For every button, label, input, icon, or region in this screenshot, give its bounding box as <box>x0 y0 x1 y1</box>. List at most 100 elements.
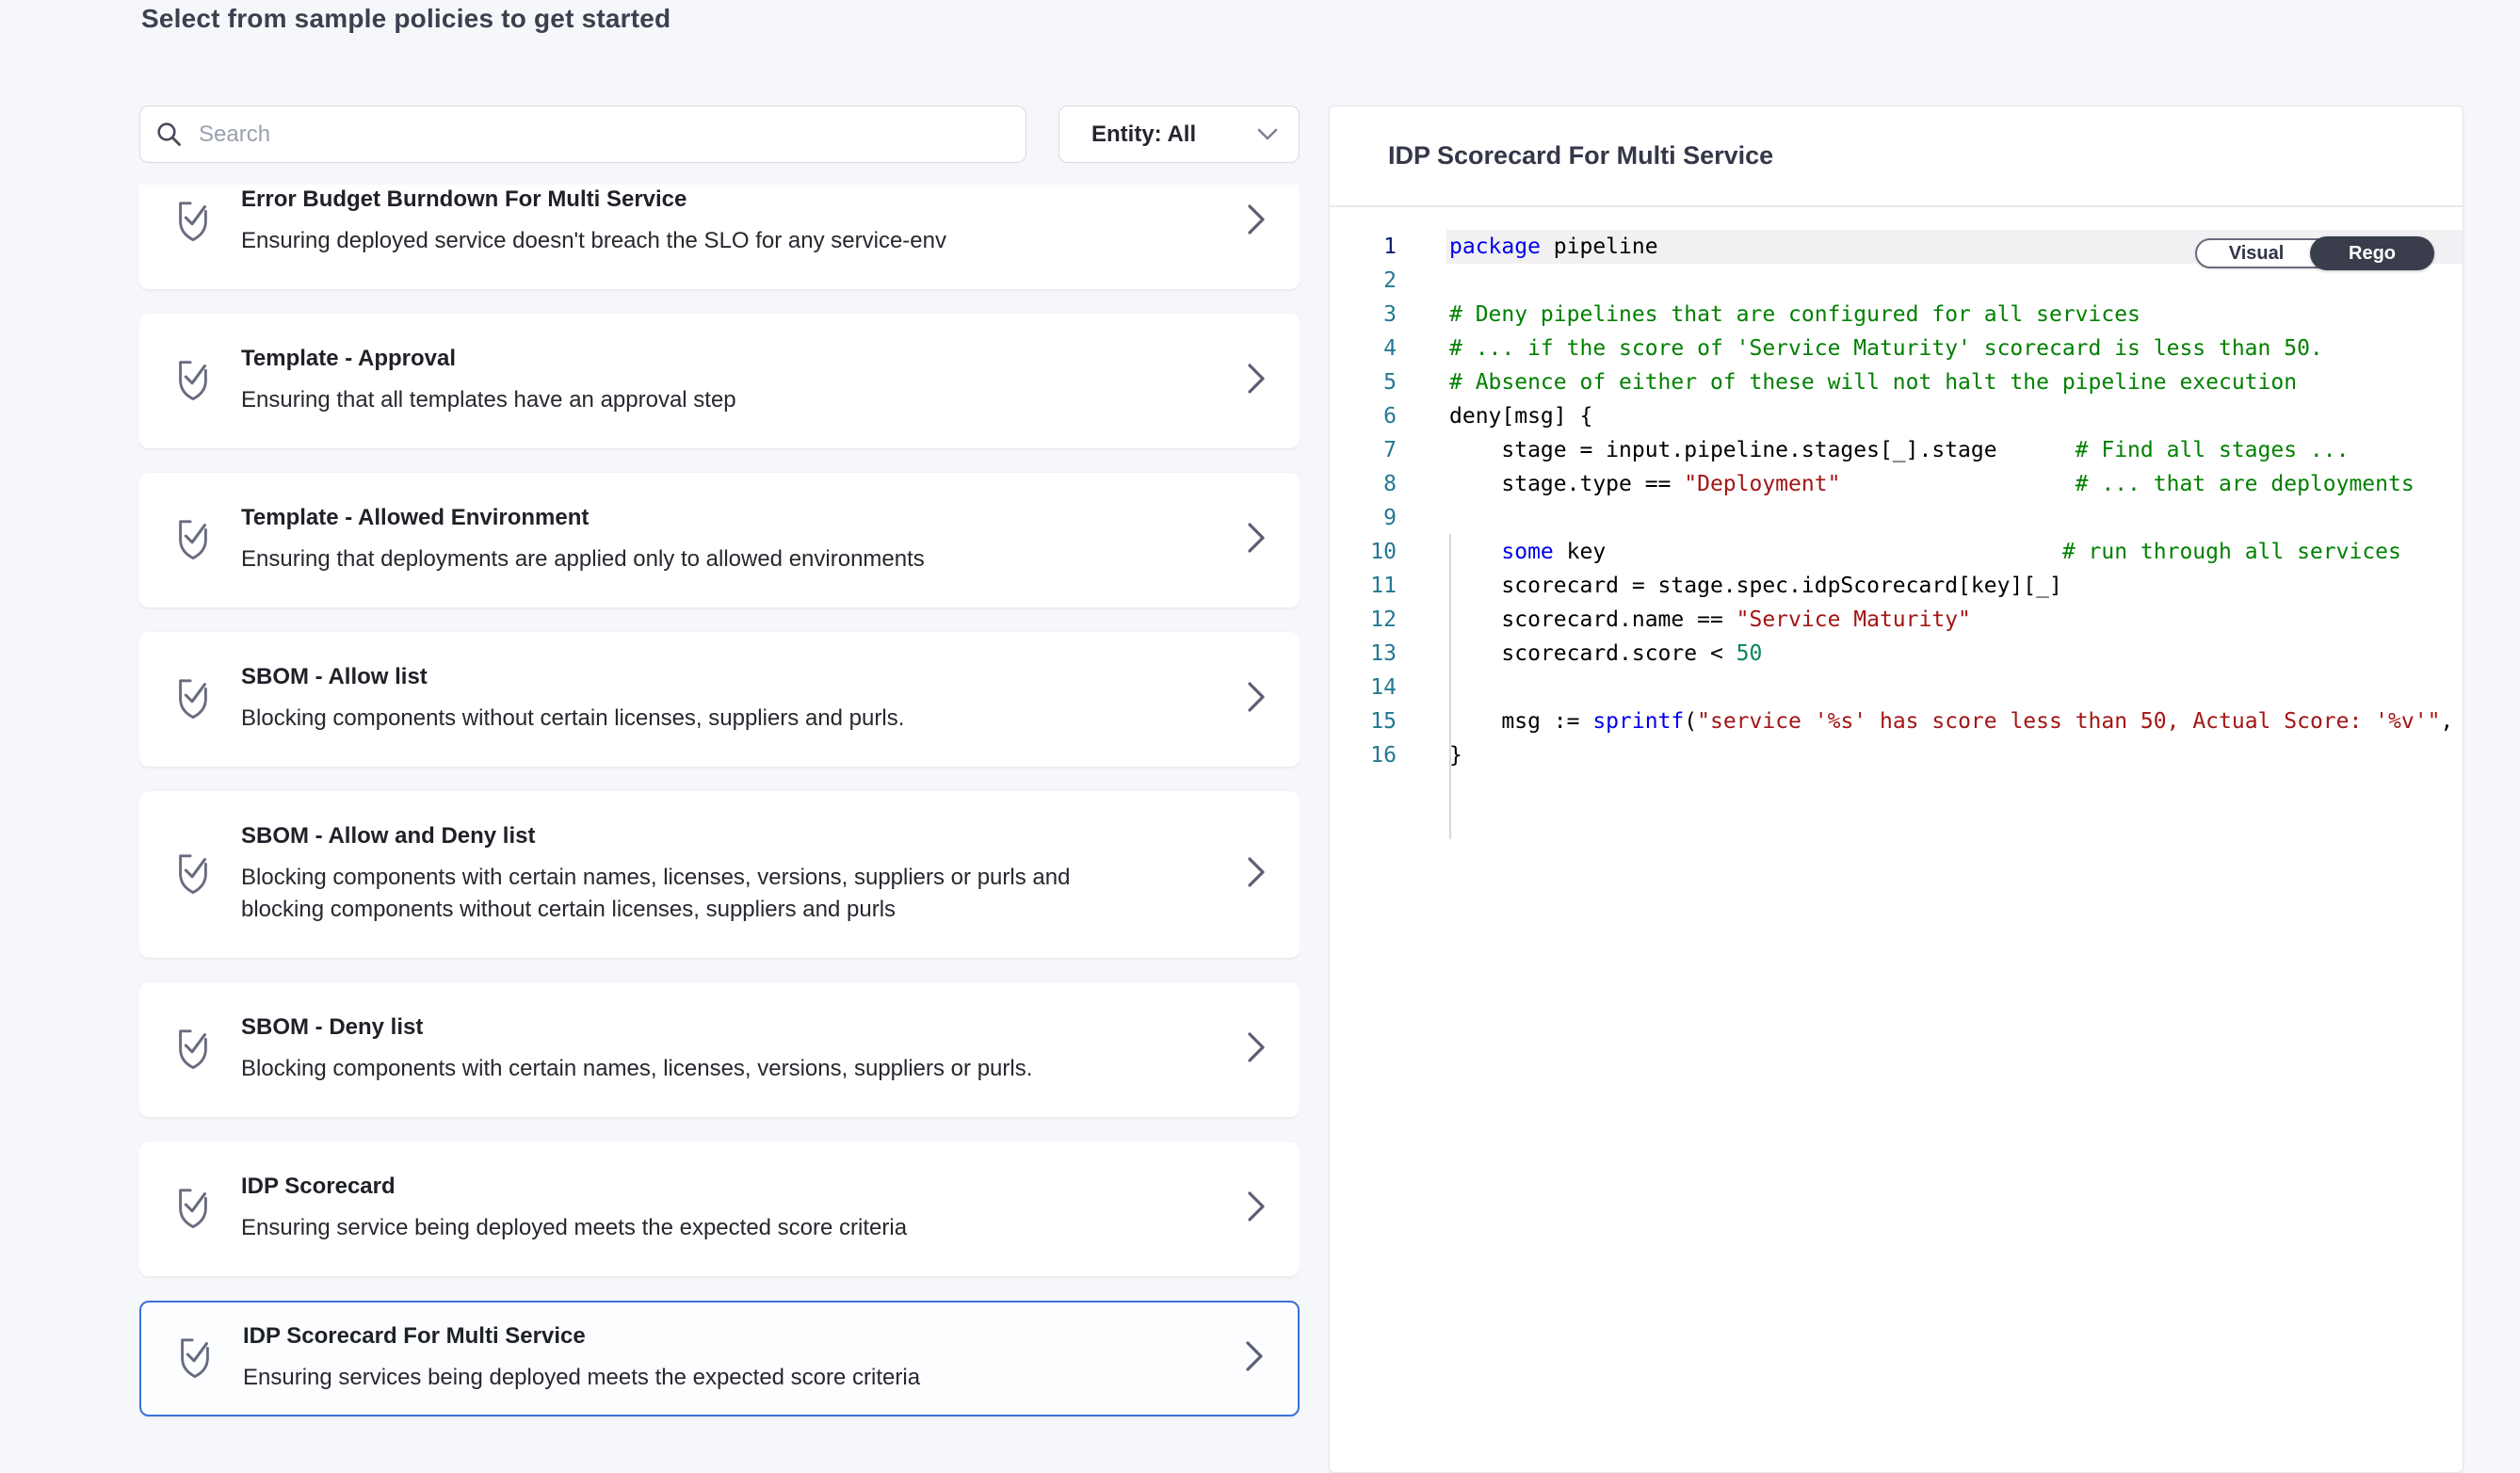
policy-text: IDP Scorecard For Multi Service Ensuring… <box>243 1323 1224 1394</box>
policy-text: Error Budget Burndown For Multi Service … <box>241 186 1226 257</box>
shield-check-icon <box>171 514 215 566</box>
line-number: 2 <box>1330 264 1397 298</box>
code-line-content: # ... if the score of 'Service Maturity'… <box>1446 332 2463 365</box>
line-number: 13 <box>1330 637 1397 671</box>
code-line-content <box>1446 671 2463 704</box>
line-number: 12 <box>1330 603 1397 637</box>
code-line: 13 scorecard.score < 50 <box>1330 637 2463 671</box>
policy-detail-title: IDP Scorecard For Multi Service <box>1388 141 1773 170</box>
policy-card[interactable]: Template - Allowed Environment Ensuring … <box>139 473 1300 607</box>
chevron-right-icon <box>1245 1031 1268 1068</box>
rego-code-editor[interactable]: 1 package pipeline 2 3 # Deny pipelines … <box>1330 207 2463 772</box>
policy-title: Error Budget Burndown For Multi Service <box>241 186 1226 213</box>
code-line: 3 # Deny pipelines that are configured f… <box>1330 298 2463 332</box>
policy-detail-header: IDP Scorecard For Multi Service <box>1330 106 2463 207</box>
policy-title: SBOM - Deny list <box>241 1014 1226 1041</box>
policy-text: SBOM - Allow list Blocking components wi… <box>241 664 1226 735</box>
policy-detail-panel: IDP Scorecard For Multi Service 1 packag… <box>1329 105 2463 1473</box>
line-number: 9 <box>1330 501 1397 535</box>
policy-card[interactable]: Template - Approval Ensuring that all te… <box>139 314 1300 448</box>
policy-text: Template - Allowed Environment Ensuring … <box>241 505 1226 575</box>
code-line-content <box>1446 264 2463 298</box>
policy-text: SBOM - Allow and Deny list Blocking comp… <box>241 823 1226 926</box>
code-line: 6 deny[msg] { <box>1330 399 2463 433</box>
shield-check-icon <box>171 1024 215 1076</box>
page-title: Select from sample policies to get start… <box>141 4 670 34</box>
code-line-content: } <box>1446 738 2463 772</box>
code-line: 11 scorecard = stage.spec.idpScorecard[k… <box>1330 569 2463 603</box>
chevron-right-icon <box>1245 363 1268 399</box>
line-number: 5 <box>1330 365 1397 399</box>
policy-description: Ensuring services being deployed meets t… <box>243 1362 1119 1394</box>
policy-card[interactable]: Error Budget Burndown For Multi Service … <box>139 185 1300 289</box>
policy-description: Ensuring deployed service doesn't breach… <box>241 225 1117 257</box>
code-line: 2 <box>1330 264 2463 298</box>
search-box[interactable] <box>139 105 1026 163</box>
chevron-right-icon <box>1245 522 1268 558</box>
shield-check-icon <box>173 1333 217 1384</box>
code-line: 8 stage.type == "Deployment" # ... that … <box>1330 467 2463 501</box>
policy-card[interactable]: IDP Scorecard Ensuring service being dep… <box>139 1141 1300 1276</box>
search-icon <box>155 121 184 149</box>
code-line: 12 scorecard.name == "Service Maturity" <box>1330 603 2463 637</box>
toggle-visual-button[interactable]: Visual <box>2197 240 2316 267</box>
policy-title: IDP Scorecard <box>241 1174 1226 1200</box>
view-mode-toggle: Visual Rego <box>2195 238 2432 268</box>
line-number: 4 <box>1330 332 1397 365</box>
policy-list[interactable]: Error Budget Burndown For Multi Service … <box>139 185 1300 1445</box>
policy-card[interactable]: SBOM - Allow list Blocking components wi… <box>139 632 1300 767</box>
entity-filter-dropdown[interactable]: Entity: All <box>1058 105 1300 163</box>
code-line-content: stage = input.pipeline.stages[_].stage #… <box>1446 433 2463 467</box>
shield-check-icon <box>171 196 215 248</box>
code-line: 4 # ... if the score of 'Service Maturit… <box>1330 332 2463 365</box>
policy-description: Blocking components without certain lice… <box>241 703 1117 735</box>
policy-text: IDP Scorecard Ensuring service being dep… <box>241 1174 1226 1244</box>
code-line-content: # Absence of either of these will not ha… <box>1446 365 2463 399</box>
code-line: 9 <box>1330 501 2463 535</box>
toggle-rego-button[interactable]: Rego <box>2310 236 2434 270</box>
filter-bar: Entity: All <box>139 105 1300 163</box>
shield-check-icon <box>171 849 215 900</box>
line-number: 16 <box>1330 738 1397 772</box>
code-line: 14 <box>1330 671 2463 704</box>
code-line: 10 some key # run through all services <box>1330 535 2463 569</box>
code-line: 5 # Absence of either of these will not … <box>1330 365 2463 399</box>
policy-card[interactable]: SBOM - Deny list Blocking components wit… <box>139 982 1300 1117</box>
policy-description: Blocking components with certain names, … <box>241 1053 1117 1085</box>
search-input[interactable] <box>199 121 1010 148</box>
chevron-right-icon <box>1245 681 1268 718</box>
line-number: 15 <box>1330 704 1397 738</box>
policy-title: Template - Allowed Environment <box>241 505 1226 531</box>
line-number: 10 <box>1330 535 1397 569</box>
chevron-right-icon <box>1243 1340 1266 1377</box>
chevron-right-icon <box>1245 856 1268 893</box>
line-number: 6 <box>1330 399 1397 433</box>
shield-check-icon <box>171 355 215 407</box>
shield-check-icon <box>171 673 215 725</box>
line-number: 8 <box>1330 467 1397 501</box>
line-number: 14 <box>1330 671 1397 704</box>
policy-card[interactable]: SBOM - Allow and Deny list Blocking comp… <box>139 791 1300 958</box>
code-line-content: scorecard.score < 50 <box>1446 637 2463 671</box>
line-number: 1 <box>1330 230 1397 264</box>
chevron-right-icon <box>1245 203 1268 240</box>
shield-check-icon <box>171 1183 215 1235</box>
policy-description: Ensuring service being deployed meets th… <box>241 1212 1117 1244</box>
policy-description: Ensuring that all templates have an appr… <box>241 384 1117 416</box>
policy-text: SBOM - Deny list Blocking components wit… <box>241 1014 1226 1085</box>
policy-title: Template - Approval <box>241 346 1226 372</box>
code-line: 16 } <box>1330 738 2463 772</box>
code-line-content: # Deny pipelines that are configured for… <box>1446 298 2463 332</box>
line-number: 3 <box>1330 298 1397 332</box>
code-line-content: stage.type == "Deployment" # ... that ar… <box>1446 467 2463 501</box>
code-line-content <box>1446 501 2463 535</box>
entity-filter-label: Entity: All <box>1091 121 1196 148</box>
policy-title: SBOM - Allow and Deny list <box>241 823 1226 850</box>
policy-text: Template - Approval Ensuring that all te… <box>241 346 1226 416</box>
chevron-right-icon <box>1245 1190 1268 1227</box>
code-line-content: some key # run through all services <box>1446 535 2463 569</box>
line-number: 11 <box>1330 569 1397 603</box>
code-line: 7 stage = input.pipeline.stages[_].stage… <box>1330 433 2463 467</box>
policy-card[interactable]: IDP Scorecard For Multi Service Ensuring… <box>139 1301 1300 1416</box>
code-line-content: msg := sprintf("service '%s' has score l… <box>1446 704 2463 738</box>
